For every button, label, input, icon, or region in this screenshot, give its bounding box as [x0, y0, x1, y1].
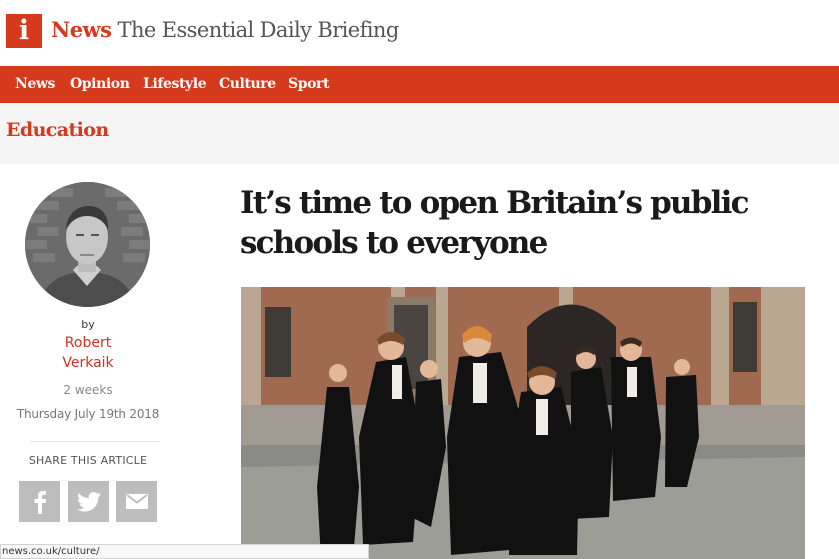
twitter-icon: [76, 491, 101, 512]
nav-item-sport[interactable]: Sport: [288, 66, 329, 103]
author-last-name: Verkaik: [62, 355, 114, 371]
headline-line-1: It’s time to open Britain’s public: [240, 185, 749, 221]
author-photo: [25, 182, 150, 307]
nav-item-culture[interactable]: Culture: [219, 66, 276, 103]
author-name-link[interactable]: Robert Verkaik: [0, 333, 176, 373]
share-label: SHARE THIS ARTICLE: [28, 454, 148, 467]
article-hero-image[interactable]: [241, 287, 805, 559]
facebook-icon: [34, 490, 46, 514]
brand-tagline: The Essential Daily Briefing: [111, 18, 400, 42]
hero-photo: [241, 287, 805, 559]
nav-item-lifestyle[interactable]: Lifestyle: [143, 66, 207, 103]
share-twitter-button[interactable]: [68, 481, 109, 522]
headline-line-2: schools to everyone: [240, 225, 548, 261]
brand-name: News: [51, 17, 112, 42]
author-first-name: Robert: [64, 335, 112, 351]
time-ago: 2 weeks: [63, 383, 113, 397]
share-facebook-button[interactable]: [19, 481, 60, 522]
publish-date: Thursday July 19th 2018: [16, 407, 160, 421]
nav-item-opinion[interactable]: Opinion: [70, 66, 130, 103]
author-avatar[interactable]: [25, 182, 150, 307]
section-bar: Education: [0, 103, 839, 164]
share-email-button[interactable]: [116, 481, 157, 522]
site-logo[interactable]: i: [6, 14, 42, 48]
brand-title[interactable]: News The Essential Daily Briefing: [51, 15, 399, 45]
email-icon: [125, 494, 148, 509]
section-title[interactable]: Education: [6, 119, 109, 141]
status-bar-url: news.co.uk/culture/: [0, 544, 369, 559]
nav-item-news[interactable]: News: [15, 66, 55, 103]
masthead: i News The Essential Daily Briefing: [0, 0, 839, 66]
article-headline: It’s time to open Britain’s public school…: [240, 183, 830, 263]
byline-label: by: [81, 318, 95, 331]
main-nav: News Opinion Lifestyle Culture Sport: [0, 66, 839, 103]
sidebar-divider: [30, 441, 160, 442]
